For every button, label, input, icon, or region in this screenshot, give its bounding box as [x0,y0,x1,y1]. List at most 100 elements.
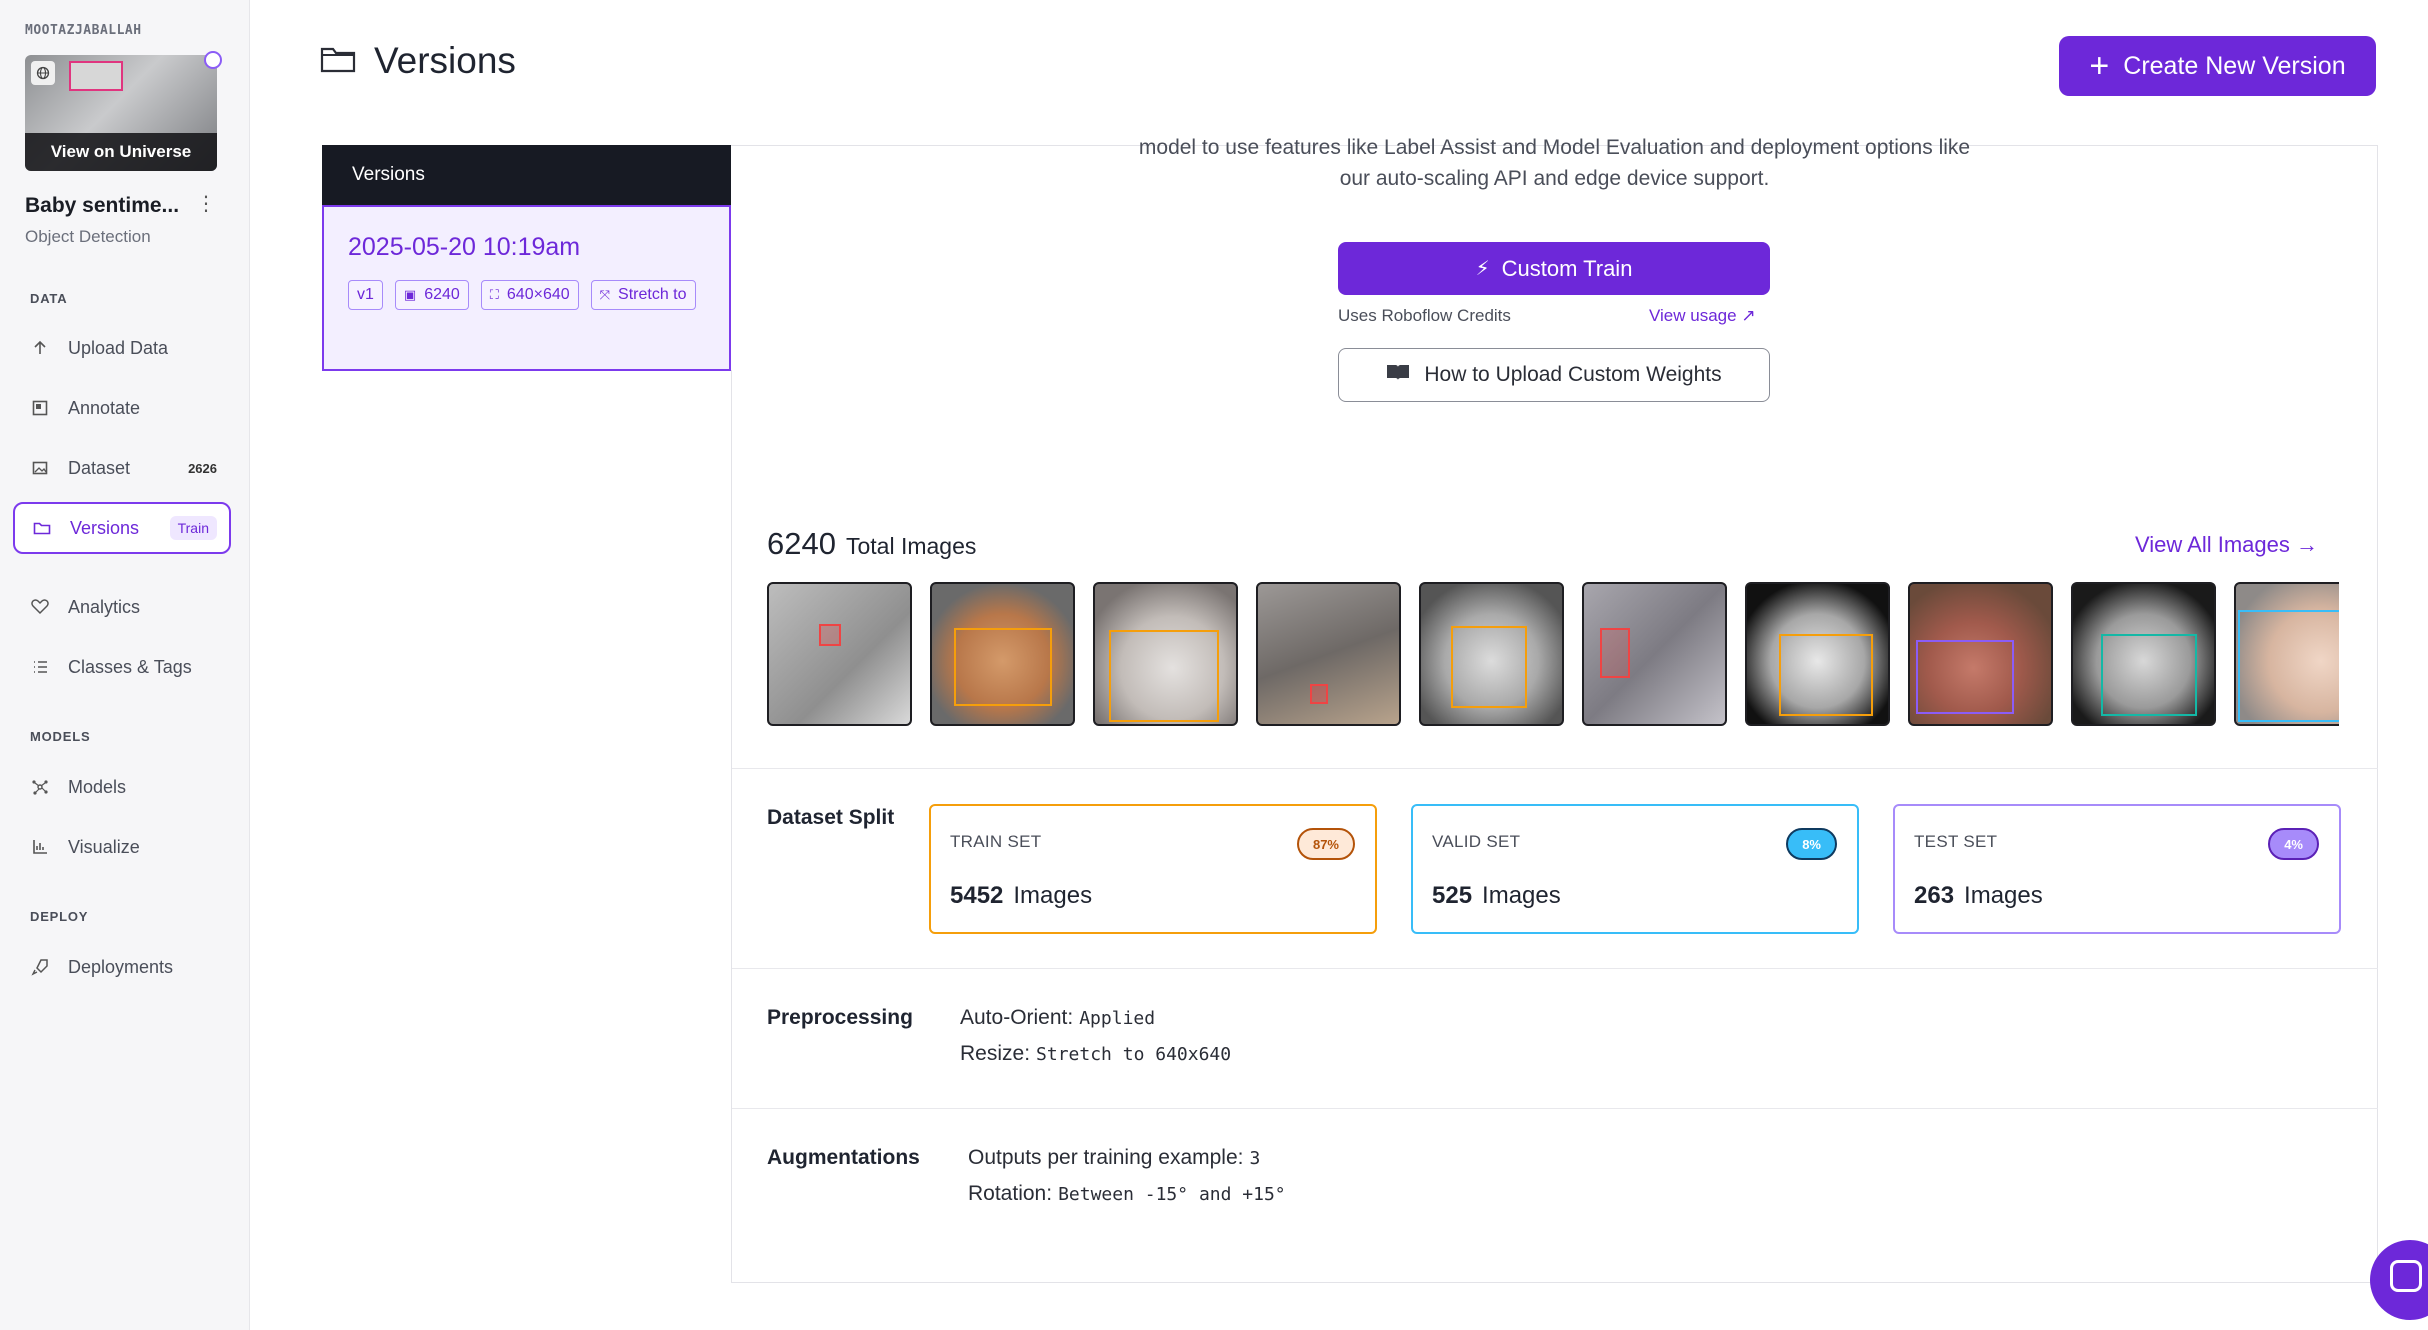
version-tag: ⤧ Stretch to [590,280,696,310]
split-count-unit: Images [1482,882,1561,909]
gallery-image[interactable] [930,582,1075,726]
sidebar-item-classes-tags[interactable]: Classes & Tags [13,641,231,693]
chat-icon [2390,1260,2422,1292]
setting-key: Rotation: [968,1182,1053,1205]
split-percent-badge: 87% [1296,828,1355,860]
gallery-image[interactable] [1745,582,1890,726]
resize-row: Resize: Stretch to 640x640 [960,1042,1231,1066]
intro-line: our auto-scaling API and edge device sup… [1339,167,1770,190]
version-tag: v1 [348,280,383,310]
sidebar-item-deployments[interactable]: Deployments [13,941,231,993]
version-tag: ⛶ 640×640 [480,280,579,310]
split-name: VALID SET [1432,832,1521,851]
setting-value: Applied [1079,1008,1156,1029]
dataset-split-label: Dataset Split [767,806,895,829]
version-date: 2025-05-20 10:19am [348,233,581,261]
split-count: 525 Images [1432,882,1837,910]
train-intro-text: model to use features like Label Assist … [731,132,2378,194]
gallery-image[interactable] [2071,582,2216,726]
sidebar-item-visualize[interactable]: Visualize [13,821,231,873]
setting-key: Resize: [960,1042,1031,1065]
sidebar-item-upload-data[interactable]: Upload Data [13,322,231,374]
version-card-selected[interactable]: 2025-05-20 10:19am v1 ▣ 6240 ⛶ 640×640 ⤧ St… [322,205,731,371]
total-images-count: 6240 [767,526,836,561]
page-title: Versions [374,40,516,81]
gallery-image[interactable] [1419,582,1564,726]
augmentations-label: Augmentations [767,1146,920,1169]
divider [732,768,2378,769]
sidebar-item-label: Deployments [68,956,174,977]
annotate-icon [30,398,50,418]
gallery-image[interactable] [1582,582,1727,726]
split-percent-badge: 8% [1786,828,1837,860]
create-new-version-button[interactable]: + Create New Version [2059,36,2376,96]
rocket-icon [30,957,50,977]
status-dot [204,51,222,69]
page-header: Versions [320,40,516,82]
sidebar-item-label: Dataset [68,457,131,478]
split-count-value: 263 [1914,882,1955,909]
version-resize-mode: Stretch to [618,286,687,303]
sidebar-item-analytics[interactable]: Analytics [13,581,231,633]
split-percent-badge: 4% [2268,828,2319,860]
section-models: MODELS [30,729,91,744]
setting-key: Auto-Orient: [960,1006,1074,1029]
train-set-card: TRAIN SET 87% 5452 Images [929,804,1377,934]
split-count: 263 Images [1914,882,2319,910]
upload-weights-label: How to Upload Custom Weights [1424,363,1722,386]
sidebar-item-label: Upload Data [68,337,169,358]
sidebar-item-label: Classes & Tags [68,656,192,677]
split-name: TEST SET [1914,832,1998,851]
chart-icon [30,837,50,857]
setting-value: Stretch to 640x640 [1036,1044,1232,1065]
resize-icon: ⛶ [489,287,499,302]
sidebar-item-annotate[interactable]: Annotate [13,382,231,434]
more-options-icon[interactable]: ⋮ [196,194,216,218]
total-images-label: Total Images [845,533,977,559]
version-image-count: 6240 [424,286,460,303]
lightning-icon: ⚡ [1475,258,1490,280]
uses-credits-text: Uses Roboflow Credits [1338,306,1511,325]
view-on-universe-button[interactable]: View on Universe [25,133,217,171]
folder-icon [320,44,356,79]
project-title[interactable]: Baby sentime... [25,194,179,218]
sidebar-item-label: Analytics [68,596,141,617]
total-images: 6240 Total Images [767,526,976,562]
gallery-image[interactable] [1908,582,2053,726]
sidebar: MOOTAZJABALLAH View on Universe Baby sen… [0,0,250,1330]
project-thumbnail[interactable]: View on Universe [25,55,217,171]
book-icon [1386,363,1410,387]
create-new-version-label: Create New Version [2123,51,2346,80]
split-name: TRAIN SET [950,832,1042,851]
sidebar-item-dataset[interactable]: Dataset 2626 [13,442,231,494]
sidebar-item-label: Visualize [68,836,140,857]
gallery-image[interactable] [1256,582,1401,726]
upload-icon [30,338,50,358]
valid-set-card: VALID SET 8% 525 Images [1411,804,1859,934]
setting-key: Outputs per training example: [968,1146,1244,1169]
sidebar-item-label: Models [68,776,127,797]
gallery-image[interactable] [2234,582,2339,726]
gallery-image[interactable] [1093,582,1238,726]
view-all-images-link[interactable]: View All Images → [2135,532,2318,558]
custom-train-button[interactable]: ⚡ Custom Train [1338,242,1770,295]
chat-launcher-button[interactable] [2370,1240,2428,1320]
upload-custom-weights-button[interactable]: How to Upload Custom Weights [1338,348,1770,402]
sidebar-item-versions[interactable]: Versions Train [13,502,231,554]
auto-orient-row: Auto-Orient: Applied [960,1006,1155,1030]
thumbnail-annotation-box [69,61,123,91]
external-link-icon: ↗ [1741,306,1756,325]
globe-icon [31,61,55,85]
panel-border [731,370,732,1283]
workspace-name: MOOTAZJABALLAH [25,23,142,38]
list-icon [30,657,50,677]
sidebar-item-models[interactable]: Models [13,761,231,813]
gallery-image[interactable] [767,582,912,726]
split-count: 5452 Images [950,882,1355,910]
split-count-unit: Images [1013,882,1093,909]
models-icon [30,777,50,797]
view-usage-link[interactable]: View usage ↗ [1649,306,1756,326]
setting-value: Between -15° and +15° [1058,1184,1286,1205]
setting-value: 3 [1249,1148,1261,1169]
divider [732,968,2378,969]
